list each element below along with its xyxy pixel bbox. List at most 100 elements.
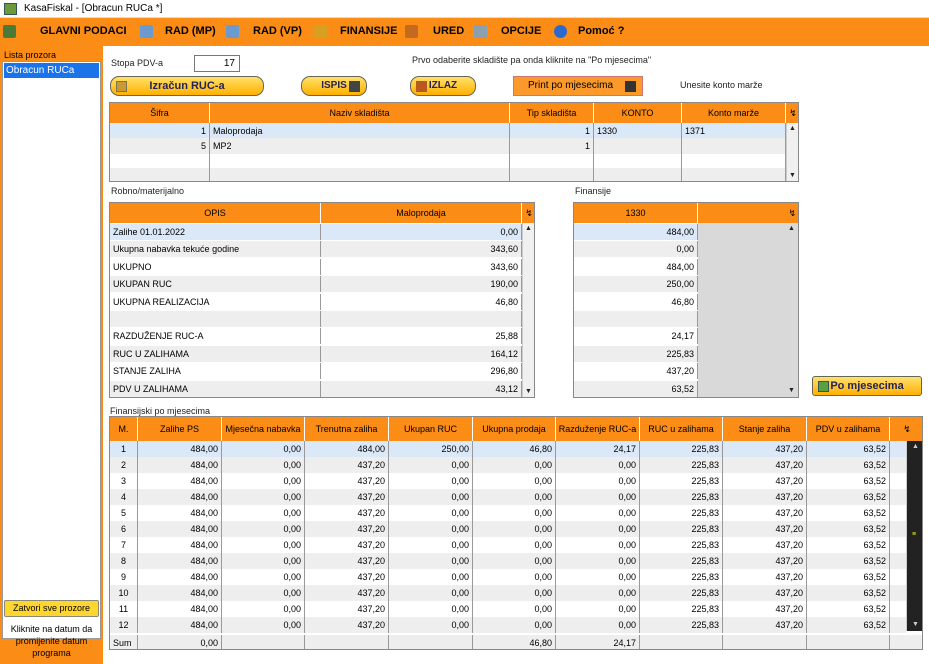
monthly-cell[interactable]: 0,00 (473, 473, 556, 489)
robno-value-cell[interactable]: 343,60 (321, 241, 522, 258)
scroll-down-icon[interactable]: ▼ (525, 388, 532, 395)
monthly-cell[interactable]: 63,52 (807, 489, 890, 505)
column-chooser-icon[interactable]: ↯ (786, 103, 798, 123)
monthly-cell[interactable]: 0,00 (556, 505, 640, 521)
monthly-cell[interactable]: 437,20 (723, 537, 807, 553)
window-list-item[interactable]: Obracun RUCa (4, 63, 99, 78)
robno-opis-cell[interactable]: RUC U ZALIHAMA (110, 345, 321, 362)
warehouse-cell[interactable] (682, 153, 786, 169)
monthly-col-header[interactable]: Trenutna zaliha (305, 417, 389, 441)
monthly-cell[interactable]: 437,20 (723, 585, 807, 601)
monthly-cell[interactable]: 225,83 (640, 441, 723, 457)
menu-rad-vp[interactable]: RAD (VP) (253, 25, 302, 37)
monthly-cell[interactable]: 0,00 (473, 505, 556, 521)
monthly-cell[interactable]: 0,00 (222, 521, 305, 537)
sum-cell[interactable] (222, 635, 305, 649)
robno-grid[interactable]: OPIS Maloprodaja ↯ Zalihe 01.01.2022 0,00… (109, 202, 535, 398)
monthly-cell[interactable]: 3 (110, 473, 138, 489)
robno-value-cell[interactable]: 25,88 (321, 328, 522, 345)
monthly-cell[interactable]: 0,00 (389, 585, 473, 601)
sum-cell[interactable] (389, 635, 473, 649)
monthly-cell[interactable]: 225,83 (640, 473, 723, 489)
robno-value-cell[interactable]: 46,80 (321, 293, 522, 310)
monthly-cell[interactable]: 437,20 (305, 553, 389, 569)
finansije-value-cell[interactable]: 484,00 (574, 258, 698, 275)
robno-value-cell[interactable]: 190,00 (321, 276, 522, 293)
monthly-cell[interactable]: 0,00 (556, 553, 640, 569)
monthly-cell[interactable]: 225,83 (640, 457, 723, 473)
scroll-up-icon[interactable]: ▲ (789, 125, 796, 132)
monthly-cell[interactable]: 484,00 (138, 505, 222, 521)
monthly-cell[interactable]: 0,00 (389, 505, 473, 521)
monthly-cell[interactable]: 484,00 (138, 521, 222, 537)
monthly-cell[interactable]: 437,20 (305, 521, 389, 537)
monthly-cell[interactable]: 0,00 (222, 569, 305, 585)
monthly-cell[interactable]: 437,20 (723, 473, 807, 489)
monthly-cell[interactable]: 5 (110, 505, 138, 521)
scroll-up-icon[interactable]: ▲ (788, 225, 795, 232)
monthly-cell[interactable]: 0,00 (556, 569, 640, 585)
sum-cell[interactable] (807, 635, 890, 649)
robno-opis-cell[interactable] (110, 311, 321, 327)
monthly-cell[interactable]: 0,00 (556, 537, 640, 553)
monthly-cell[interactable]: 63,52 (807, 441, 890, 457)
monthly-cell[interactable]: 0,00 (222, 505, 305, 521)
monthly-cell[interactable]: 46,80 (473, 441, 556, 457)
robno-opis-cell[interactable]: STANJE ZALIHA (110, 363, 321, 380)
monthly-cell[interactable]: 0,00 (222, 457, 305, 473)
menu-opcije[interactable]: OPCIJE (501, 25, 541, 37)
monthly-cell[interactable]: 0,00 (222, 553, 305, 569)
monthly-cell[interactable]: 0,00 (389, 569, 473, 585)
monthly-cell[interactable]: 437,20 (723, 553, 807, 569)
sum-cell[interactable]: 24,17 (556, 635, 640, 649)
warehouse-cell[interactable] (594, 168, 682, 181)
monthly-cell[interactable]: 484,00 (138, 601, 222, 617)
monthly-cell[interactable]: 10 (110, 585, 138, 601)
finansije-value-cell[interactable]: 63,52 (574, 380, 698, 397)
monthly-col-header[interactable]: RUC u zalihama (640, 417, 723, 441)
monthly-col-header[interactable]: PDV u zalihama (807, 417, 890, 441)
finansije-value-cell[interactable]: 0,00 (574, 241, 698, 258)
warehouse-cell[interactable] (110, 168, 210, 181)
monthly-cell[interactable]: 8 (110, 553, 138, 569)
calculate-ruc-button[interactable]: Izračun RUC-a (110, 76, 264, 96)
monthly-cell[interactable]: 63,52 (807, 569, 890, 585)
monthly-cell[interactable]: 437,20 (305, 617, 389, 633)
robno-opis-cell[interactable]: Zalihe 01.01.2022 (110, 224, 321, 240)
monthly-cell[interactable]: 225,83 (640, 601, 723, 617)
monthly-cell[interactable]: 437,20 (723, 489, 807, 505)
warehouse-cell[interactable]: 1330 (594, 123, 682, 139)
sum-cell[interactable] (640, 635, 723, 649)
scroll-down-icon[interactable]: ▼ (789, 172, 796, 179)
monthly-cell[interactable]: 7 (110, 537, 138, 553)
monthly-cell[interactable]: 437,20 (723, 601, 807, 617)
robno-value-cell[interactable]: 43,12 (321, 380, 522, 397)
col-maloprodaja[interactable]: Maloprodaja (321, 203, 522, 223)
monthly-cell[interactable]: 0,00 (473, 537, 556, 553)
monthly-cell[interactable]: 63,52 (807, 457, 890, 473)
monthly-col-header[interactable]: Stanje zaliha (723, 417, 807, 441)
monthly-cell[interactable]: 437,20 (723, 569, 807, 585)
finansije-value-cell[interactable]: 24,17 (574, 328, 698, 345)
monthly-cell[interactable]: 437,20 (723, 617, 807, 633)
monthly-cell[interactable]: 225,83 (640, 537, 723, 553)
warehouse-cell[interactable] (682, 168, 786, 181)
monthly-cell[interactable]: 484,00 (138, 617, 222, 633)
monthly-cell[interactable]: 63,52 (807, 553, 890, 569)
monthly-cell[interactable]: 0,00 (473, 585, 556, 601)
monthly-cell[interactable]: 0,00 (389, 617, 473, 633)
monthly-cell[interactable]: 0,00 (389, 553, 473, 569)
monthly-cell[interactable]: 437,20 (723, 457, 807, 473)
menu-pomoc[interactable]: Pomoć ? (578, 25, 624, 37)
monthly-cell[interactable]: 11 (110, 601, 138, 617)
sum-cell[interactable] (723, 635, 807, 649)
warehouse-cell[interactable]: 1 (510, 138, 594, 154)
finansije-value-cell[interactable]: 484,00 (574, 224, 698, 240)
warehouse-cell[interactable] (210, 168, 510, 181)
vat-rate-input[interactable]: 17 (194, 55, 240, 72)
warehouse-cell[interactable] (510, 168, 594, 181)
monthly-cell[interactable]: 484,00 (138, 473, 222, 489)
menu-rad-mp[interactable]: RAD (MP) (165, 25, 216, 37)
monthly-cell[interactable]: 484,00 (138, 537, 222, 553)
monthly-cell[interactable]: 0,00 (556, 473, 640, 489)
